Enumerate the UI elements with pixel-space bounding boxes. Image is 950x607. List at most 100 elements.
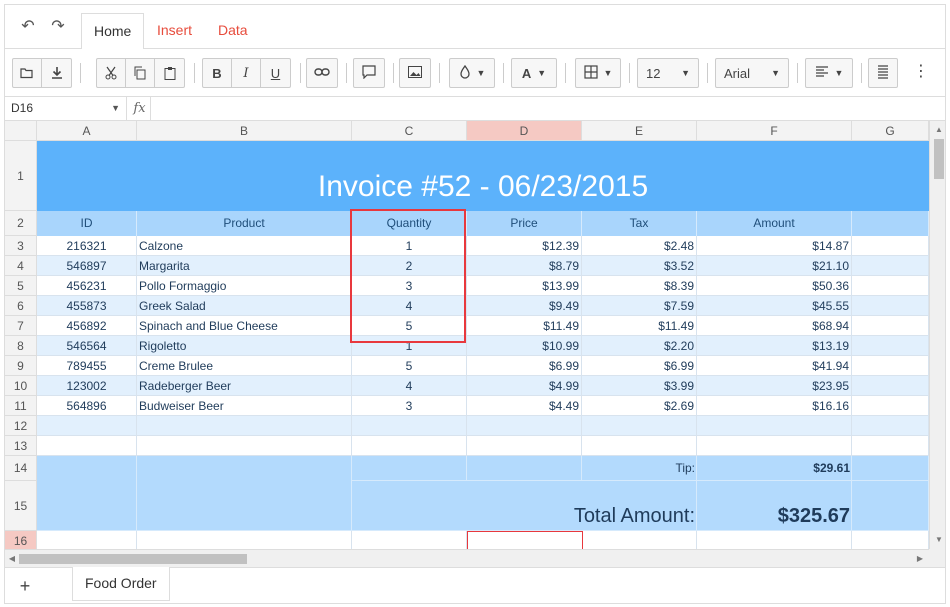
cell-product[interactable]: Pollo Formaggio (137, 276, 352, 296)
cell-price[interactable]: $13.99 (467, 276, 582, 296)
cell-tax[interactable]: $8.39 (582, 276, 697, 296)
col-header-d[interactable]: D (467, 121, 582, 141)
bold-icon[interactable]: B (203, 59, 232, 87)
cell-tax[interactable]: $3.52 (582, 256, 697, 276)
footer-cell-a[interactable] (37, 456, 137, 531)
cell-product[interactable]: Rigoletto (137, 336, 352, 356)
cell-tax[interactable]: $2.48 (582, 236, 697, 256)
scroll-down-icon[interactable]: ▼ (930, 533, 945, 547)
cell-price[interactable]: $10.99 (467, 336, 582, 356)
cell-amount[interactable] (697, 436, 852, 456)
cell-price[interactable]: $12.39 (467, 236, 582, 256)
cell-product[interactable]: Margarita (137, 256, 352, 276)
cell-tax[interactable] (582, 416, 697, 436)
row-header-6[interactable]: 6 (5, 296, 37, 316)
cell-tax[interactable]: $6.99 (582, 356, 697, 376)
download-icon[interactable] (42, 59, 71, 87)
row-header-4[interactable]: 4 (5, 256, 37, 276)
selected-cell-d16[interactable] (467, 531, 583, 549)
cell-id[interactable]: 456892 (37, 316, 137, 336)
footer-cell-g14[interactable] (852, 456, 929, 481)
cell-product[interactable]: Creme Brulee (137, 356, 352, 376)
cell-id[interactable]: 564896 (37, 396, 137, 416)
redo-icon[interactable]: ↷ (47, 17, 69, 37)
cell-product[interactable]: Radeberger Beer (137, 376, 352, 396)
cell-tax[interactable]: $7.59 (582, 296, 697, 316)
vertical-scrollbar[interactable]: ▲ ▼ (929, 121, 945, 549)
copy-icon[interactable] (126, 59, 155, 87)
font-color-dropdown[interactable]: A ▼ (511, 58, 557, 88)
row-header-7[interactable]: 7 (5, 316, 37, 336)
open-icon[interactable] (13, 59, 42, 87)
cell-id[interactable]: 789455 (37, 356, 137, 376)
cell-quantity[interactable] (352, 416, 467, 436)
cell-price[interactable]: $9.49 (467, 296, 582, 316)
footer-cell-g15[interactable] (852, 481, 929, 531)
row-header-15[interactable]: 15 (5, 481, 37, 531)
comment-button[interactable] (353, 58, 385, 88)
row-header-8[interactable]: 8 (5, 336, 37, 356)
scroll-up-icon[interactable]: ▲ (930, 123, 945, 137)
row-header-13[interactable]: 13 (5, 436, 37, 456)
col-header-c[interactable]: C (352, 121, 467, 141)
cell-amount[interactable]: $41.94 (697, 356, 852, 376)
cell-amount[interactable] (697, 416, 852, 436)
sheet-grid[interactable]: A B C D E F G 1 2 3 4 5 6 7 8 9 10 11 12… (5, 121, 929, 549)
cell-g[interactable] (852, 436, 929, 456)
cell-id[interactable]: 216321 (37, 236, 137, 256)
cell-price[interactable]: $8.79 (467, 256, 582, 276)
cell-price[interactable]: $11.49 (467, 316, 582, 336)
cell-tax[interactable]: $2.69 (582, 396, 697, 416)
cell-g[interactable] (852, 316, 929, 336)
header-id[interactable]: ID (37, 211, 137, 236)
cell-f16[interactable] (697, 531, 852, 549)
cut-icon[interactable] (97, 59, 126, 87)
header-product[interactable]: Product (137, 211, 352, 236)
cell-tax[interactable]: $11.49 (582, 316, 697, 336)
cell-product[interactable] (137, 436, 352, 456)
row-header-12[interactable]: 12 (5, 416, 37, 436)
col-header-g[interactable]: G (852, 121, 929, 141)
cell-quantity[interactable]: 5 (352, 356, 467, 376)
borders-dropdown[interactable]: ▼ (575, 58, 621, 88)
row-header-14[interactable]: 14 (5, 456, 37, 481)
header-tax[interactable]: Tax (582, 211, 697, 236)
cell-g[interactable] (852, 256, 929, 276)
wrap-button[interactable] (868, 58, 898, 88)
col-header-a[interactable]: A (37, 121, 137, 141)
cell-quantity[interactable] (352, 436, 467, 456)
row-header-5[interactable]: 5 (5, 276, 37, 296)
row-header-2[interactable]: 2 (5, 211, 37, 236)
tab-insert[interactable]: Insert (145, 13, 204, 50)
cell-g[interactable] (852, 356, 929, 376)
cell-product[interactable]: Calzone (137, 236, 352, 256)
cell-price[interactable]: $4.49 (467, 396, 582, 416)
paste-icon[interactable] (155, 59, 184, 87)
cell-product[interactable]: Budweiser Beer (137, 396, 352, 416)
cell-product[interactable]: Greek Salad (137, 296, 352, 316)
font-family-select[interactable]: Arial ▼ (715, 58, 789, 88)
cell-id[interactable]: 546897 (37, 256, 137, 276)
row-header-11[interactable]: 11 (5, 396, 37, 416)
cell-id[interactable]: 123002 (37, 376, 137, 396)
cell-price[interactable] (467, 436, 582, 456)
cell-amount[interactable]: $23.95 (697, 376, 852, 396)
col-header-e[interactable]: E (582, 121, 697, 141)
cell-b16[interactable] (137, 531, 352, 549)
sheet-tab-food-order[interactable]: Food Order (72, 567, 170, 601)
more-icon[interactable]: ⋮ (913, 61, 929, 85)
row-header-3[interactable]: 3 (5, 236, 37, 256)
col-header-b[interactable]: B (137, 121, 352, 141)
cell-amount[interactable]: $50.36 (697, 276, 852, 296)
align-dropdown[interactable]: ▼ (805, 58, 853, 88)
cell-g16[interactable] (852, 531, 929, 549)
cell-price[interactable]: $6.99 (467, 356, 582, 376)
header-empty[interactable] (852, 211, 929, 236)
col-header-f[interactable]: F (697, 121, 852, 141)
cell-id[interactable]: 456231 (37, 276, 137, 296)
cell-id[interactable]: 546564 (37, 336, 137, 356)
cell-tax[interactable]: $3.99 (582, 376, 697, 396)
cell-quantity[interactable]: 4 (352, 376, 467, 396)
cell-product[interactable]: Spinach and Blue Cheese (137, 316, 352, 336)
horizontal-scroll-thumb[interactable] (19, 554, 247, 564)
